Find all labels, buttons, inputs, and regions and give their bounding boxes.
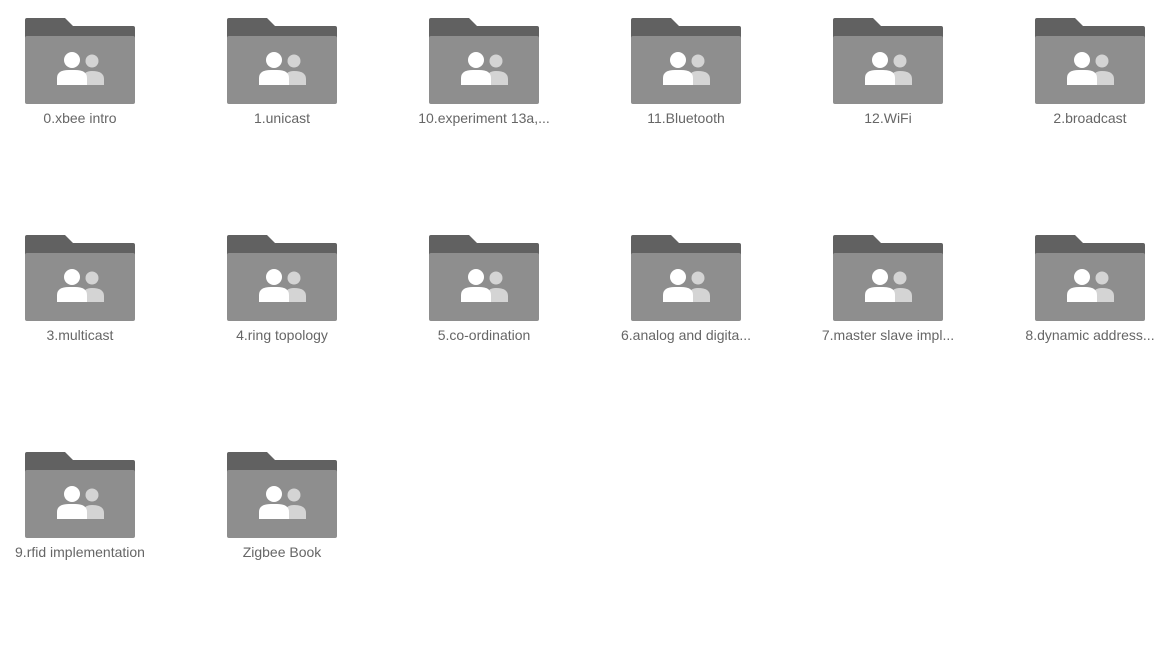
- folder-grid: 0.xbee intro 1.unicast 10.experiment 13a…: [0, 0, 1168, 575]
- shared-folder-icon: [25, 452, 135, 538]
- shared-folder-icon: [1035, 18, 1145, 104]
- shared-folder-icon: [833, 18, 943, 104]
- folder-item[interactable]: 9.rfid implementation: [0, 452, 160, 669]
- folder-item[interactable]: 0.xbee intro: [0, 18, 160, 235]
- folder-label: 2.broadcast: [1053, 110, 1127, 126]
- folder-label: 3.multicast: [46, 327, 114, 343]
- folder-label: Zigbee Book: [242, 544, 322, 560]
- shared-folder-icon: [429, 235, 539, 321]
- folder-label: 1.unicast: [253, 110, 311, 126]
- folder-label: 5.co-ordination: [437, 327, 531, 343]
- folder-item[interactable]: 2.broadcast: [1010, 18, 1168, 235]
- folder-item[interactable]: 11.Bluetooth: [606, 18, 766, 235]
- folder-item[interactable]: Zigbee Book: [202, 452, 362, 669]
- shared-folder-icon: [833, 235, 943, 321]
- folder-label: 0.xbee intro: [43, 110, 117, 126]
- folder-label: 10.experiment 13a,...: [418, 110, 550, 126]
- folder-item[interactable]: 4.ring topology: [202, 235, 362, 452]
- folder-label: 6.analog and digita...: [621, 327, 751, 343]
- folder-item[interactable]: 6.analog and digita...: [606, 235, 766, 452]
- shared-folder-icon: [429, 18, 539, 104]
- folder-item[interactable]: 10.experiment 13a,...: [404, 18, 564, 235]
- shared-folder-icon: [1035, 235, 1145, 321]
- folder-label: 11.Bluetooth: [647, 110, 725, 126]
- folder-item[interactable]: 7.master slave impl...: [808, 235, 968, 452]
- shared-folder-icon: [25, 18, 135, 104]
- folder-label: 12.WiFi: [864, 110, 912, 126]
- shared-folder-icon: [631, 235, 741, 321]
- shared-folder-icon: [227, 18, 337, 104]
- folder-item[interactable]: 3.multicast: [0, 235, 160, 452]
- folder-label: 7.master slave impl...: [821, 327, 955, 343]
- shared-folder-icon: [227, 452, 337, 538]
- folder-item[interactable]: 8.dynamic address...: [1010, 235, 1168, 452]
- shared-folder-icon: [25, 235, 135, 321]
- shared-folder-icon: [227, 235, 337, 321]
- folder-label: 9.rfid implementation: [15, 544, 145, 560]
- folder-label: 4.ring topology: [236, 327, 328, 343]
- folder-item[interactable]: 12.WiFi: [808, 18, 968, 235]
- folder-label: 8.dynamic address...: [1025, 327, 1155, 343]
- shared-folder-icon: [631, 18, 741, 104]
- folder-item[interactable]: 5.co-ordination: [404, 235, 564, 452]
- folder-item[interactable]: 1.unicast: [202, 18, 362, 235]
